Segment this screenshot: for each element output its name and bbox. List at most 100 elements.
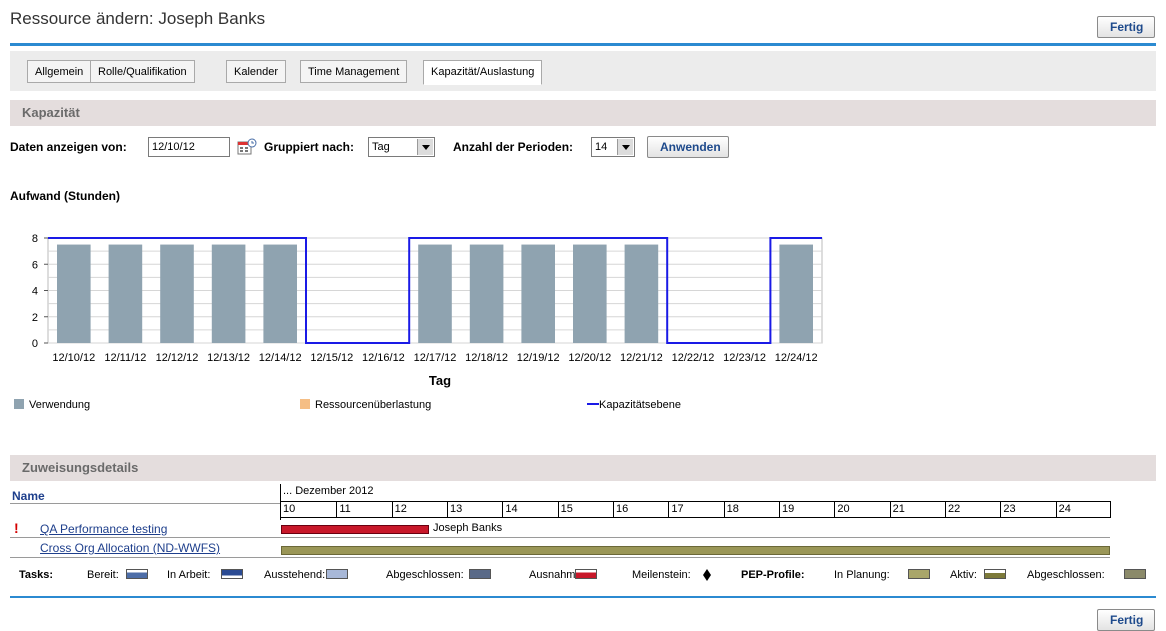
capacity-line-swatch — [587, 403, 599, 405]
gantt-day-10: 10 — [283, 503, 296, 515]
usage-bar — [418, 244, 452, 343]
gantt-day-22: 22 — [945, 502, 1000, 517]
chevron-down-icon — [417, 139, 433, 155]
y-tick-label: 0 — [32, 338, 38, 350]
periods-label: Anzahl der Perioden: — [453, 140, 574, 154]
assignment-link-qa-performance[interactable]: QA Performance testing — [40, 522, 167, 536]
row-divider — [10, 557, 1110, 558]
row-divider — [10, 537, 1110, 538]
y-tick-label: 4 — [32, 286, 38, 298]
x-tick-label: 12/22/12 — [672, 352, 715, 364]
pep-profiles-label: PEP-Profile: — [741, 569, 805, 581]
tab-capacity-utilization[interactable]: Kapazität/Auslastung — [423, 60, 543, 85]
x-tick-label: 12/16/12 — [362, 352, 405, 364]
x-tick-label: 12/17/12 — [414, 352, 457, 364]
gantt-day-17: 17 — [668, 502, 723, 517]
tab-calendar[interactable]: Kalender — [226, 60, 287, 83]
gantt-day-18: 18 — [723, 502, 779, 517]
gantt-day-14: 14 — [502, 502, 557, 517]
legend-exception-swatch — [575, 569, 597, 579]
legend-pending-swatch — [326, 569, 348, 579]
gantt-bar-label: Joseph Banks — [433, 522, 503, 534]
gantt-day-21: 21 — [889, 502, 945, 517]
x-tick-label: 12/13/12 — [207, 352, 250, 364]
legend-pep-completed-swatch — [1124, 569, 1146, 579]
x-tick-label: 12/24/12 — [775, 352, 818, 364]
legend-capacity: Kapazitätsebene — [587, 399, 681, 411]
legend-pending-label: Ausstehend: — [264, 569, 326, 581]
usage-bar — [160, 244, 194, 343]
legend-overload: Ressourcenüberlastung — [300, 399, 431, 411]
tasks-label: Tasks: — [19, 569, 54, 581]
usage-bar — [469, 244, 504, 343]
group-by-select[interactable]: Tag — [368, 137, 435, 157]
usage-bar — [624, 244, 659, 343]
gantt-days-row: 10 11 12 13 14 15 16 17 18 19 20 21 22 23 24 — [281, 501, 1111, 518]
tab-time-management[interactable]: Time Management — [300, 60, 408, 83]
usage-swatch — [14, 399, 24, 409]
x-tick-label: 12/11/12 — [104, 352, 146, 364]
done-button-top[interactable]: Fertig — [1097, 16, 1155, 38]
legend-ready-swatch — [126, 569, 148, 579]
capacity-section-header: Kapazität — [10, 100, 1156, 126]
gantt-pep-bar — [281, 546, 1110, 555]
gantt-day-12: 12 — [391, 502, 447, 517]
legend-active-label: Aktiv: — [950, 569, 977, 581]
periods-select[interactable]: 14 — [591, 137, 635, 157]
gantt-month-label: ... Dezember 2012 — [283, 485, 374, 497]
exception-icon: ! — [14, 520, 19, 536]
legend-usage: Verwendung — [14, 399, 90, 411]
x-tick-label: 12/18/12 — [465, 352, 508, 364]
legend-completed-label: Abgeschlossen: — [386, 569, 464, 581]
y-tick-label: 6 — [32, 259, 38, 271]
gantt-day-19: 19 — [779, 502, 834, 517]
apply-button[interactable]: Anwenden — [647, 136, 729, 158]
legend-in-progress-label: In Arbeit: — [167, 569, 211, 581]
legend-usage-label: Verwendung — [29, 399, 91, 411]
legend-active-swatch — [984, 569, 1006, 579]
name-header-rule — [10, 503, 280, 504]
legend-planning-swatch — [908, 569, 930, 579]
usage-bar — [521, 244, 555, 343]
assignment-link-cross-org[interactable]: Cross Org Allocation (ND-WWFS) — [40, 541, 220, 555]
usage-bar — [573, 244, 607, 343]
header-divider — [10, 43, 1156, 46]
tab-role-qualification[interactable]: Rolle/Qualifikation — [90, 60, 195, 83]
legend-planning-label: In Planung: — [834, 569, 890, 581]
legend-milestone-label: Meilenstein: — [632, 569, 691, 581]
usage-bar — [57, 244, 91, 343]
x-tick-label: 12/15/12 — [310, 352, 353, 364]
x-tick-label: 12/21/12 — [620, 352, 663, 364]
gantt-day-13: 13 — [447, 502, 502, 517]
usage-bar — [108, 244, 143, 343]
y-tick-label: 2 — [32, 312, 38, 324]
gantt-day-24: 24 — [1055, 502, 1111, 517]
assignments-section-header: Zuweisungsdetails — [10, 455, 1156, 481]
legend-ready-label: Bereit: — [87, 569, 119, 581]
x-tick-label: 12/20/12 — [568, 352, 611, 364]
group-by-value: Tag — [372, 141, 390, 153]
tab-general[interactable]: Allgemein — [27, 60, 92, 83]
legend-capacity-label: Kapazitätsebene — [599, 399, 681, 411]
capacity-chart: 0 2 4 6 8 12/10/12 12/11/12 12/12/12 12/13/12 12/… — [32, 233, 823, 388]
x-tick-label: 12/10/12 — [52, 352, 95, 364]
gantt-exception-bar — [281, 525, 429, 534]
calendar-picker-icon[interactable] — [237, 138, 257, 156]
legend-overload-label: Ressourcenüberlastung — [315, 399, 432, 411]
legend-completed-swatch — [469, 569, 491, 579]
done-button-bottom[interactable]: Fertig — [1097, 609, 1155, 631]
usage-bar — [263, 244, 297, 343]
page-title: Ressource ändern: Joseph Banks — [10, 9, 266, 28]
name-column-header: Name — [12, 489, 45, 503]
gantt-day-20: 20 — [834, 502, 889, 517]
footer-divider — [10, 596, 1156, 598]
x-tick-label: 12/14/12 — [259, 352, 302, 364]
milestone-diamond-icon — [702, 569, 712, 581]
group-by-label: Gruppiert nach: — [264, 140, 355, 154]
gantt-day-16: 16 — [613, 502, 668, 517]
tab-strip: Allgemein Rolle/Qualifikation Kalender T… — [10, 51, 1156, 91]
x-tick-label: 12/12/12 — [156, 352, 199, 364]
legend-pep-completed-label: Abgeschlossen: — [1027, 569, 1105, 581]
gantt-day-15: 15 — [557, 502, 613, 517]
show-from-input[interactable]: 12/10/12 — [148, 137, 230, 157]
